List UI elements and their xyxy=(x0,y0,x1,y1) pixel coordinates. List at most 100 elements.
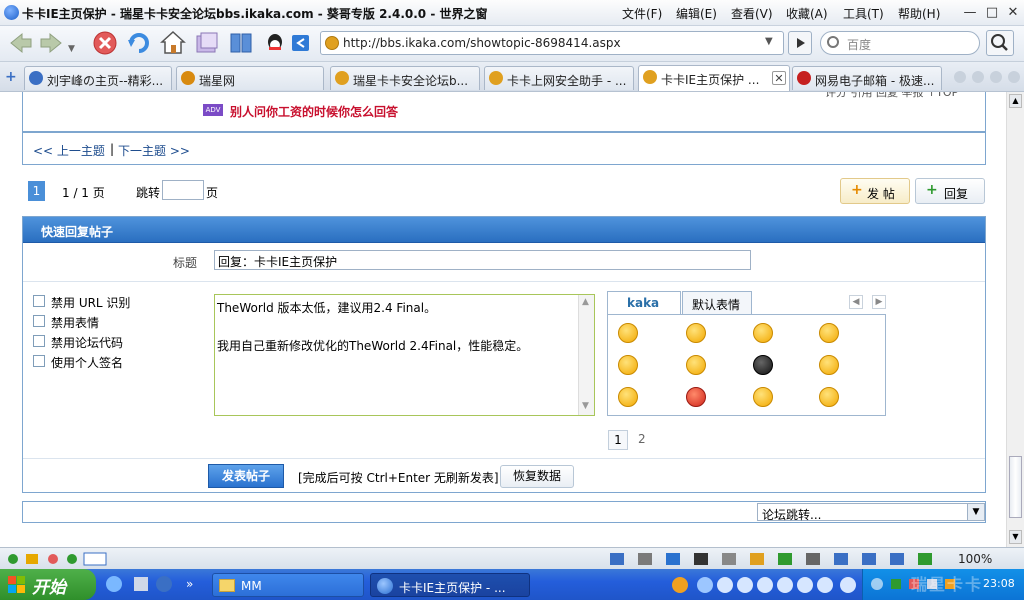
tab-scroll-controls[interactable] xyxy=(952,69,1020,85)
textarea-scrollbar[interactable]: ▲ ▼ xyxy=(578,295,594,415)
scroll-down-icon[interactable]: ▼ xyxy=(1009,530,1022,544)
new-post-button[interactable]: + 发 帖 xyxy=(840,178,910,204)
page-scrollbar[interactable]: ▲ ▼ xyxy=(1006,92,1024,547)
back-icon[interactable] xyxy=(8,30,34,56)
message-textarea[interactable]: TheWorld 版本太低，建议用2.4 Final。 我用自己重新修改优化的T… xyxy=(214,294,595,416)
disable-forum-code-checkbox[interactable] xyxy=(33,335,45,347)
history-icon[interactable] xyxy=(194,30,220,56)
task-folder[interactable]: MM xyxy=(212,573,364,597)
start-button[interactable]: 开始 xyxy=(0,569,96,600)
menu-file[interactable]: 文件(F) xyxy=(622,5,662,22)
forum-jump-select[interactable]: 论坛跳转... ▼ xyxy=(757,503,985,522)
emoticon-icon[interactable] xyxy=(686,387,706,407)
topic-nav: << 上一主题 | 下一主题 >> xyxy=(22,132,986,165)
tab-4[interactable]: 卡卡上网安全助手 - ... xyxy=(484,66,634,90)
menu-view[interactable]: 查看(V) xyxy=(731,5,773,22)
status-tools-icon[interactable] xyxy=(6,551,116,567)
new-post-label: 发 帖 xyxy=(867,187,895,201)
title-input[interactable]: 回复：卡卡IE主页保护 xyxy=(214,250,751,270)
post-actions[interactable]: 评分 引用 回复 举报 ↑TOP xyxy=(825,92,958,100)
emoticon-next-icon[interactable]: ▶ xyxy=(872,295,886,309)
scroll-up-icon[interactable]: ▲ xyxy=(582,297,589,307)
emoticon-icon[interactable] xyxy=(819,387,839,407)
emoticon-icon[interactable] xyxy=(753,387,773,407)
menu-edit[interactable]: 编辑(E) xyxy=(676,5,717,22)
emoticon-page-2[interactable]: 2 xyxy=(638,432,646,446)
forward-dropdown-icon[interactable]: ▼ xyxy=(68,44,75,54)
tab-5-active[interactable]: 卡卡IE主页保护 ... ✕ xyxy=(638,65,790,91)
emoticon-prev-icon[interactable]: ◀ xyxy=(849,295,863,309)
tab-1[interactable]: 刘宇峰の主页--精彩... xyxy=(24,66,172,90)
switch-icon[interactable] xyxy=(288,30,314,56)
close-icon[interactable]: ✕ xyxy=(1004,4,1022,22)
menu-help[interactable]: 帮助(H) xyxy=(898,5,940,22)
emoticon-icon[interactable] xyxy=(819,323,839,343)
system-tray: 瑞星卡卡 23:08 xyxy=(862,569,1024,600)
qq-icon[interactable] xyxy=(262,30,288,56)
chevron-down-icon[interactable]: ▼ xyxy=(967,504,984,520)
restore-data-button[interactable]: 恢复数据 xyxy=(500,465,574,488)
ad-link[interactable]: 别人问你工资的时候你怎么回答 xyxy=(230,103,398,120)
home-icon[interactable] xyxy=(160,30,186,56)
submit-post-button[interactable]: 发表帖子 xyxy=(208,464,284,488)
stop-icon[interactable] xyxy=(92,30,118,56)
minimize-icon[interactable]: — xyxy=(961,4,979,22)
windows-logo-icon xyxy=(8,576,25,593)
folder-icon xyxy=(219,579,235,592)
zoom-level[interactable]: 100% xyxy=(958,552,992,566)
go-button[interactable] xyxy=(788,31,812,55)
address-bar[interactable]: http://bbs.ikaka.com/showtopic-8698414.a… xyxy=(320,31,784,55)
browser-icon xyxy=(377,578,393,594)
forum-jump-bar: 论坛跳转... ▼ xyxy=(22,501,986,523)
scroll-down-icon[interactable]: ▼ xyxy=(582,401,589,411)
emoticon-tab-default[interactable]: 默认表情 xyxy=(682,291,752,315)
emoticon-page-1[interactable]: 1 xyxy=(608,430,628,450)
emoticon-icon[interactable] xyxy=(686,323,706,343)
emoticon-tab-kaka[interactable]: kaka xyxy=(607,291,681,315)
emoticon-icon[interactable] xyxy=(819,355,839,375)
emoticon-icon[interactable] xyxy=(686,355,706,375)
tab-3[interactable]: 瑞星卡卡安全论坛b... xyxy=(330,66,480,90)
emoticon-icon[interactable] xyxy=(618,387,638,407)
scroll-thumb[interactable] xyxy=(1009,456,1022,518)
tab-2[interactable]: 瑞星网 xyxy=(176,66,324,90)
search-button[interactable] xyxy=(986,30,1014,56)
refresh-icon[interactable] xyxy=(126,30,152,56)
scroll-up-icon[interactable]: ▲ xyxy=(1009,94,1022,108)
next-topic-link[interactable]: 下一主题 >> xyxy=(118,142,190,159)
page-jump-input[interactable] xyxy=(162,180,204,200)
title-row: 标题 回复：卡卡IE主页保护 xyxy=(23,243,985,282)
use-signature-checkbox[interactable] xyxy=(33,355,45,367)
address-input[interactable]: http://bbs.ikaka.com/showtopic-8698414.a… xyxy=(343,36,621,50)
favorites-book-icon[interactable] xyxy=(228,30,254,56)
current-page[interactable]: 1 xyxy=(28,181,45,201)
emoticon-icon[interactable] xyxy=(753,355,773,375)
emoticon-tab-label: 默认表情 xyxy=(692,298,741,312)
forward-icon[interactable] xyxy=(38,30,64,56)
tab-label: 瑞星卡卡安全论坛b... xyxy=(353,74,469,88)
menu-favorites[interactable]: 收藏(A) xyxy=(786,5,828,22)
emoticon-icon[interactable] xyxy=(618,355,638,375)
menu-tools[interactable]: 工具(T) xyxy=(843,5,884,22)
reply-button[interactable]: + 回复 xyxy=(915,178,985,204)
address-dropdown-icon[interactable]: ▼ xyxy=(765,36,773,47)
close-tab-icon[interactable]: ✕ xyxy=(772,71,786,85)
search-box[interactable]: 百度 xyxy=(820,31,980,55)
maximize-icon[interactable]: □ xyxy=(983,4,1001,22)
media-controls[interactable] xyxy=(670,575,860,595)
emoticon-icon[interactable] xyxy=(618,323,638,343)
adv-badge: ADV xyxy=(203,104,223,116)
disable-url-checkbox[interactable] xyxy=(33,295,45,307)
prev-topic-link[interactable]: << 上一主题 xyxy=(33,142,105,159)
window-title: 卡卡IE主页保护 - 瑞星卡卡安全论坛bbs.ikaka.com - 葵哥专版 … xyxy=(22,7,488,21)
tab-6[interactable]: 网易电子邮箱 - 极速... xyxy=(792,66,942,90)
emoticon-icon[interactable] xyxy=(753,323,773,343)
quick-launch-icons[interactable]: » xyxy=(104,574,200,594)
search-input[interactable]: 百度 xyxy=(847,36,871,53)
plus-icon: + xyxy=(851,182,863,198)
task-browser-active[interactable]: 卡卡IE主页保护 - ... xyxy=(370,573,530,597)
status-plugin-icons[interactable] xyxy=(610,551,940,567)
new-tab-plus-icon[interactable]: + xyxy=(5,69,17,85)
disable-emoticons-checkbox[interactable] xyxy=(33,315,45,327)
page-unit: 页 xyxy=(206,186,219,200)
